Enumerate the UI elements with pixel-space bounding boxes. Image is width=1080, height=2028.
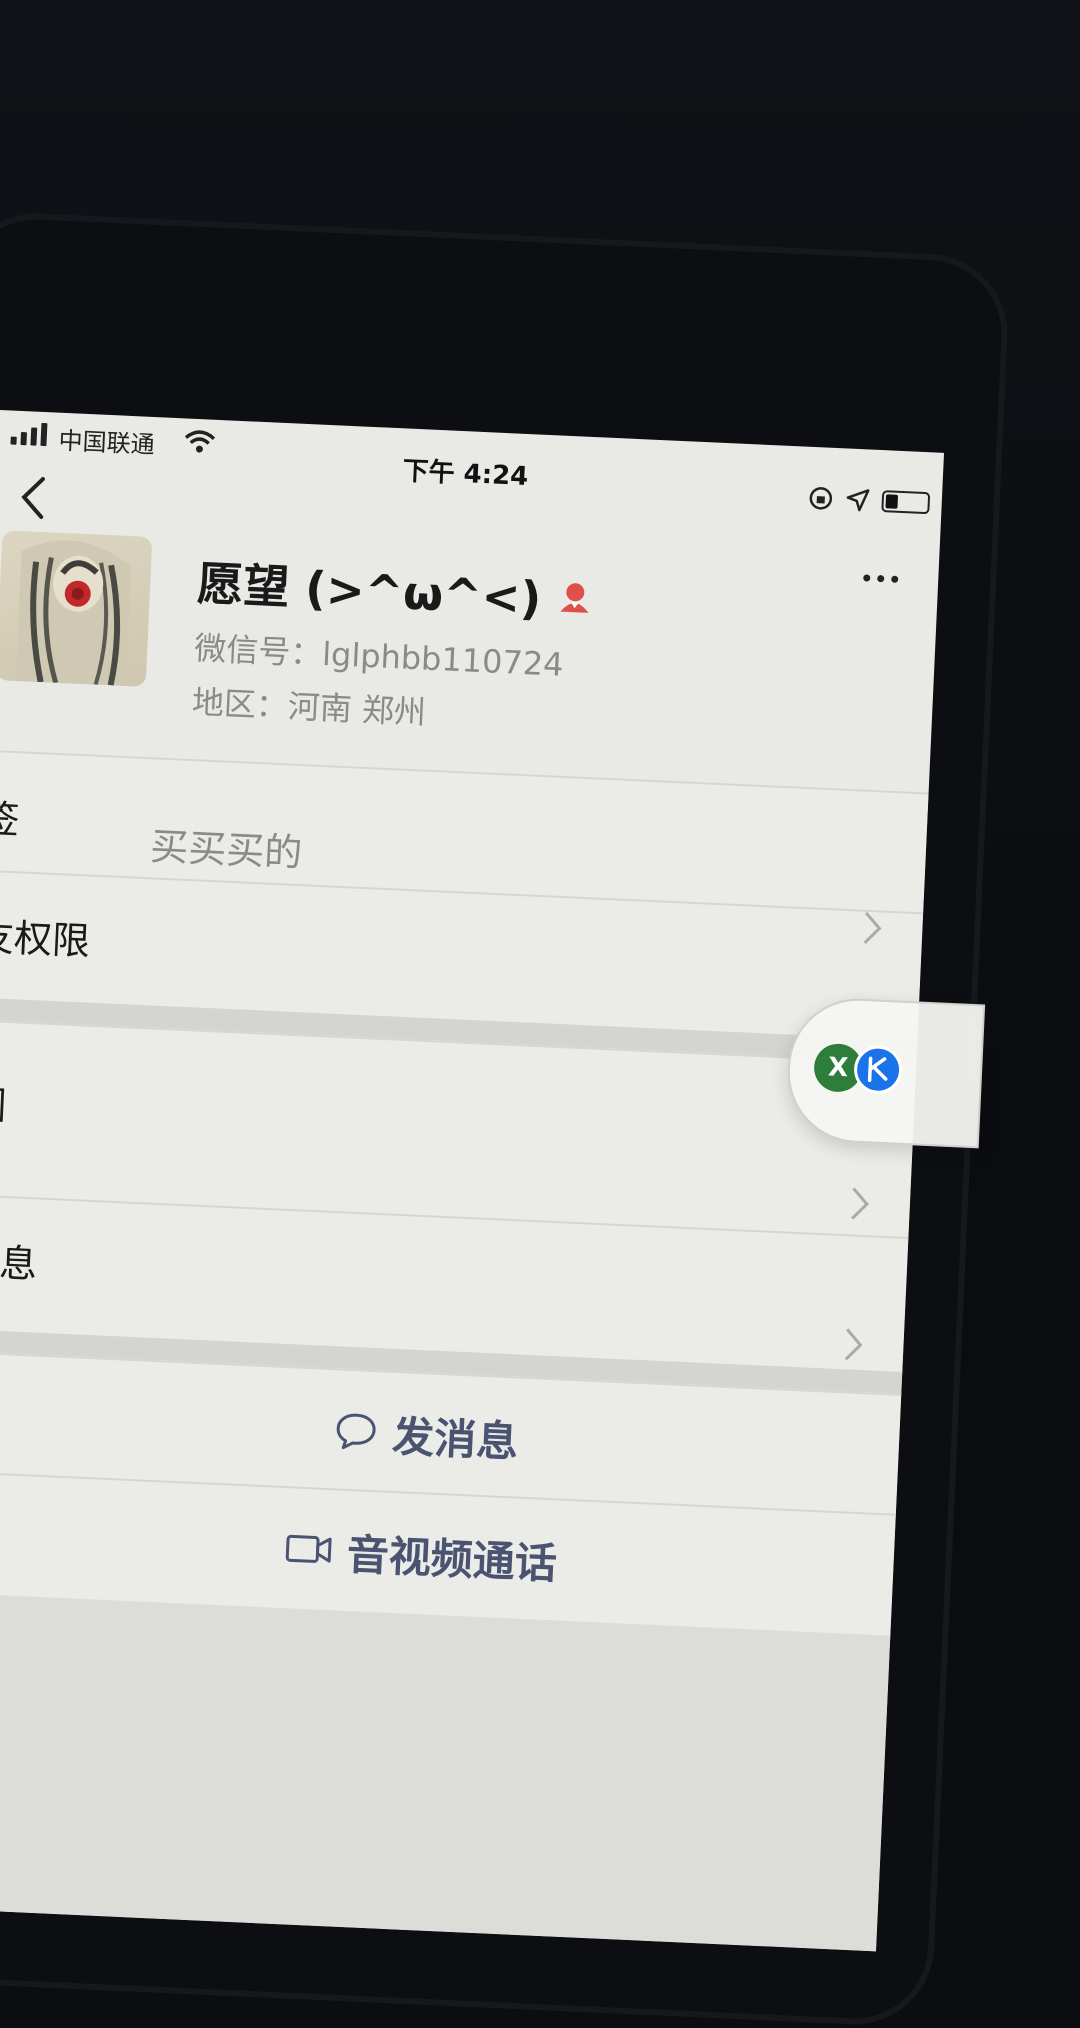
video-camera-icon	[286, 1534, 333, 1563]
more-info-label: 信息	[0, 1239, 39, 1287]
send-message-label: 发消息	[391, 1411, 520, 1467]
signal-icon	[10, 421, 48, 447]
chat-bubble-icon	[337, 1413, 377, 1450]
floating-window-ball[interactable]: X	[784, 995, 986, 1149]
nickname: 愿望 (>^ω^<)	[196, 556, 543, 626]
avatar[interactable]	[0, 530, 153, 687]
profile-name-line: 愿望 (>^ω^<)	[196, 547, 595, 631]
page-bottom-area	[0, 1592, 891, 1952]
chevron-right-icon	[863, 911, 882, 944]
wechat-id: 微信号：lglphbb110724	[193, 629, 565, 684]
blue-app-icon[interactable]	[853, 1044, 904, 1095]
moments-label: 圈	[0, 1082, 8, 1128]
tags-label: 签	[0, 796, 21, 843]
avatar-illustration	[15, 540, 132, 686]
gender-badge-icon	[560, 583, 589, 613]
chevron-right-icon	[851, 1187, 869, 1220]
back-icon[interactable]	[17, 474, 49, 521]
app-glyph-icon	[867, 1056, 888, 1083]
video-call-label: 音视频通话	[345, 1529, 558, 1588]
wifi-icon	[184, 430, 216, 453]
chevron-right-icon	[844, 1328, 863, 1361]
carrier-name: 中国联通	[58, 426, 156, 460]
tags-value: 买买买的	[149, 824, 304, 876]
region: 地区：河南 郑州	[191, 683, 427, 732]
friend-permissions-label: 友权限	[0, 914, 91, 964]
phone-screen: 中国联通 下午 4:24 愿望 (>^ω^<) 微信号：lglphbb11072…	[0, 410, 945, 1952]
